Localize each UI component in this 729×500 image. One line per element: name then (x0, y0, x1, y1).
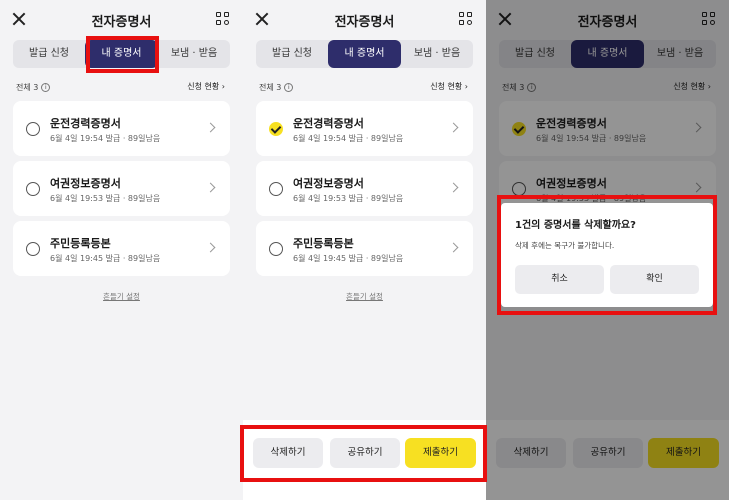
certificate-item[interactable]: 여권정보증명서 6월 4일 19:53 발급 · 89일남음 (256, 161, 473, 216)
shake-setting-link[interactable]: 흔들기 설정 (243, 291, 486, 302)
tab-bar: 발급 신청 내 증명서 보냄 · 받음 (256, 40, 473, 68)
status-link[interactable]: 신청 현황 › (187, 81, 225, 92)
certificate-name: 주민등록등본 (50, 237, 111, 250)
chevron-right-icon (205, 122, 216, 133)
certificate-name: 여권정보증명서 (293, 177, 364, 190)
chevron-right-icon (448, 122, 459, 133)
tab-issue-request[interactable]: 발급 신청 (13, 40, 85, 68)
certificate-meta: 6월 4일 19:54 발급 · 89일남음 (293, 134, 404, 143)
highlight-box (86, 36, 159, 73)
certificate-meta: 6월 4일 19:45 발급 · 89일남음 (50, 254, 161, 263)
chevron-right-icon: › (221, 82, 225, 91)
certificate-meta: 6월 4일 19:53 발급 · 89일남음 (50, 194, 161, 203)
info-icon[interactable]: i (41, 83, 51, 92)
tab-my-certificates[interactable]: 내 증명서 (328, 40, 401, 68)
menu-grid-icon[interactable] (459, 12, 473, 26)
certificate-name: 여권정보증명서 (50, 177, 121, 190)
total-count: 전체 3i (16, 82, 51, 93)
tab-sent-received[interactable]: 보냄 · 받음 (158, 40, 230, 68)
certificate-meta: 6월 4일 19:45 발급 · 89일남음 (293, 254, 404, 263)
radio-unchecked-icon[interactable] (269, 182, 283, 196)
radio-unchecked-icon[interactable] (26, 182, 40, 196)
screen-my-certificates: 전자증명서 발급 신청 내 증명서 보냄 · 받음 전체 3i 신청 현황 › … (0, 0, 243, 500)
certificate-meta: 6월 4일 19:54 발급 · 89일남음 (50, 134, 161, 143)
chevron-right-icon (205, 182, 216, 193)
certificate-item[interactable]: 주민등록등본 6월 4일 19:45 발급 · 89일남음 (256, 221, 473, 276)
top-bar: 전자증명서 (0, 0, 243, 40)
tab-issue-request[interactable]: 발급 신청 (256, 40, 328, 68)
certificate-name: 운전경력증명서 (50, 117, 121, 130)
chevron-right-icon (448, 182, 459, 193)
radio-checked-icon[interactable] (269, 122, 283, 136)
radio-unchecked-icon[interactable] (26, 122, 40, 136)
page-title: 전자증명서 (334, 15, 395, 30)
certificate-name: 주민등록등본 (293, 237, 354, 250)
total-count-label: 전체 3 (259, 83, 282, 92)
chevron-right-icon (205, 242, 216, 253)
certificate-meta: 6월 4일 19:53 발급 · 89일남음 (293, 194, 404, 203)
total-count: 전체 3i (259, 82, 294, 93)
shake-setting-link[interactable]: 흔들기 설정 (0, 291, 243, 302)
page-title: 전자증명서 (91, 15, 152, 30)
radio-unchecked-icon[interactable] (26, 242, 40, 256)
tab-sent-received[interactable]: 보냄 · 받음 (401, 40, 473, 68)
certificate-item[interactable]: 운전경력증명서 6월 4일 19:54 발급 · 89일남음 (13, 101, 230, 156)
certificate-item[interactable]: 주민등록등본 6월 4일 19:45 발급 · 89일남음 (13, 221, 230, 276)
total-count-label: 전체 3 (16, 83, 39, 92)
status-link-label: 신청 현황 (187, 82, 220, 91)
certificate-name: 운전경력증명서 (293, 117, 364, 130)
highlight-box (240, 425, 487, 482)
status-link-label: 신청 현황 (430, 82, 463, 91)
menu-grid-icon[interactable] (216, 12, 230, 26)
certificate-item[interactable]: 운전경력증명서 6월 4일 19:54 발급 · 89일남음 (256, 101, 473, 156)
status-link[interactable]: 신청 현황 › (430, 81, 468, 92)
highlight-box (497, 195, 717, 315)
chevron-right-icon (448, 242, 459, 253)
radio-unchecked-icon[interactable] (269, 242, 283, 256)
top-bar: 전자증명서 (243, 0, 486, 40)
chevron-right-icon: › (464, 82, 468, 91)
certificate-item[interactable]: 여권정보증명서 6월 4일 19:53 발급 · 89일남음 (13, 161, 230, 216)
info-icon[interactable]: i (284, 83, 294, 92)
